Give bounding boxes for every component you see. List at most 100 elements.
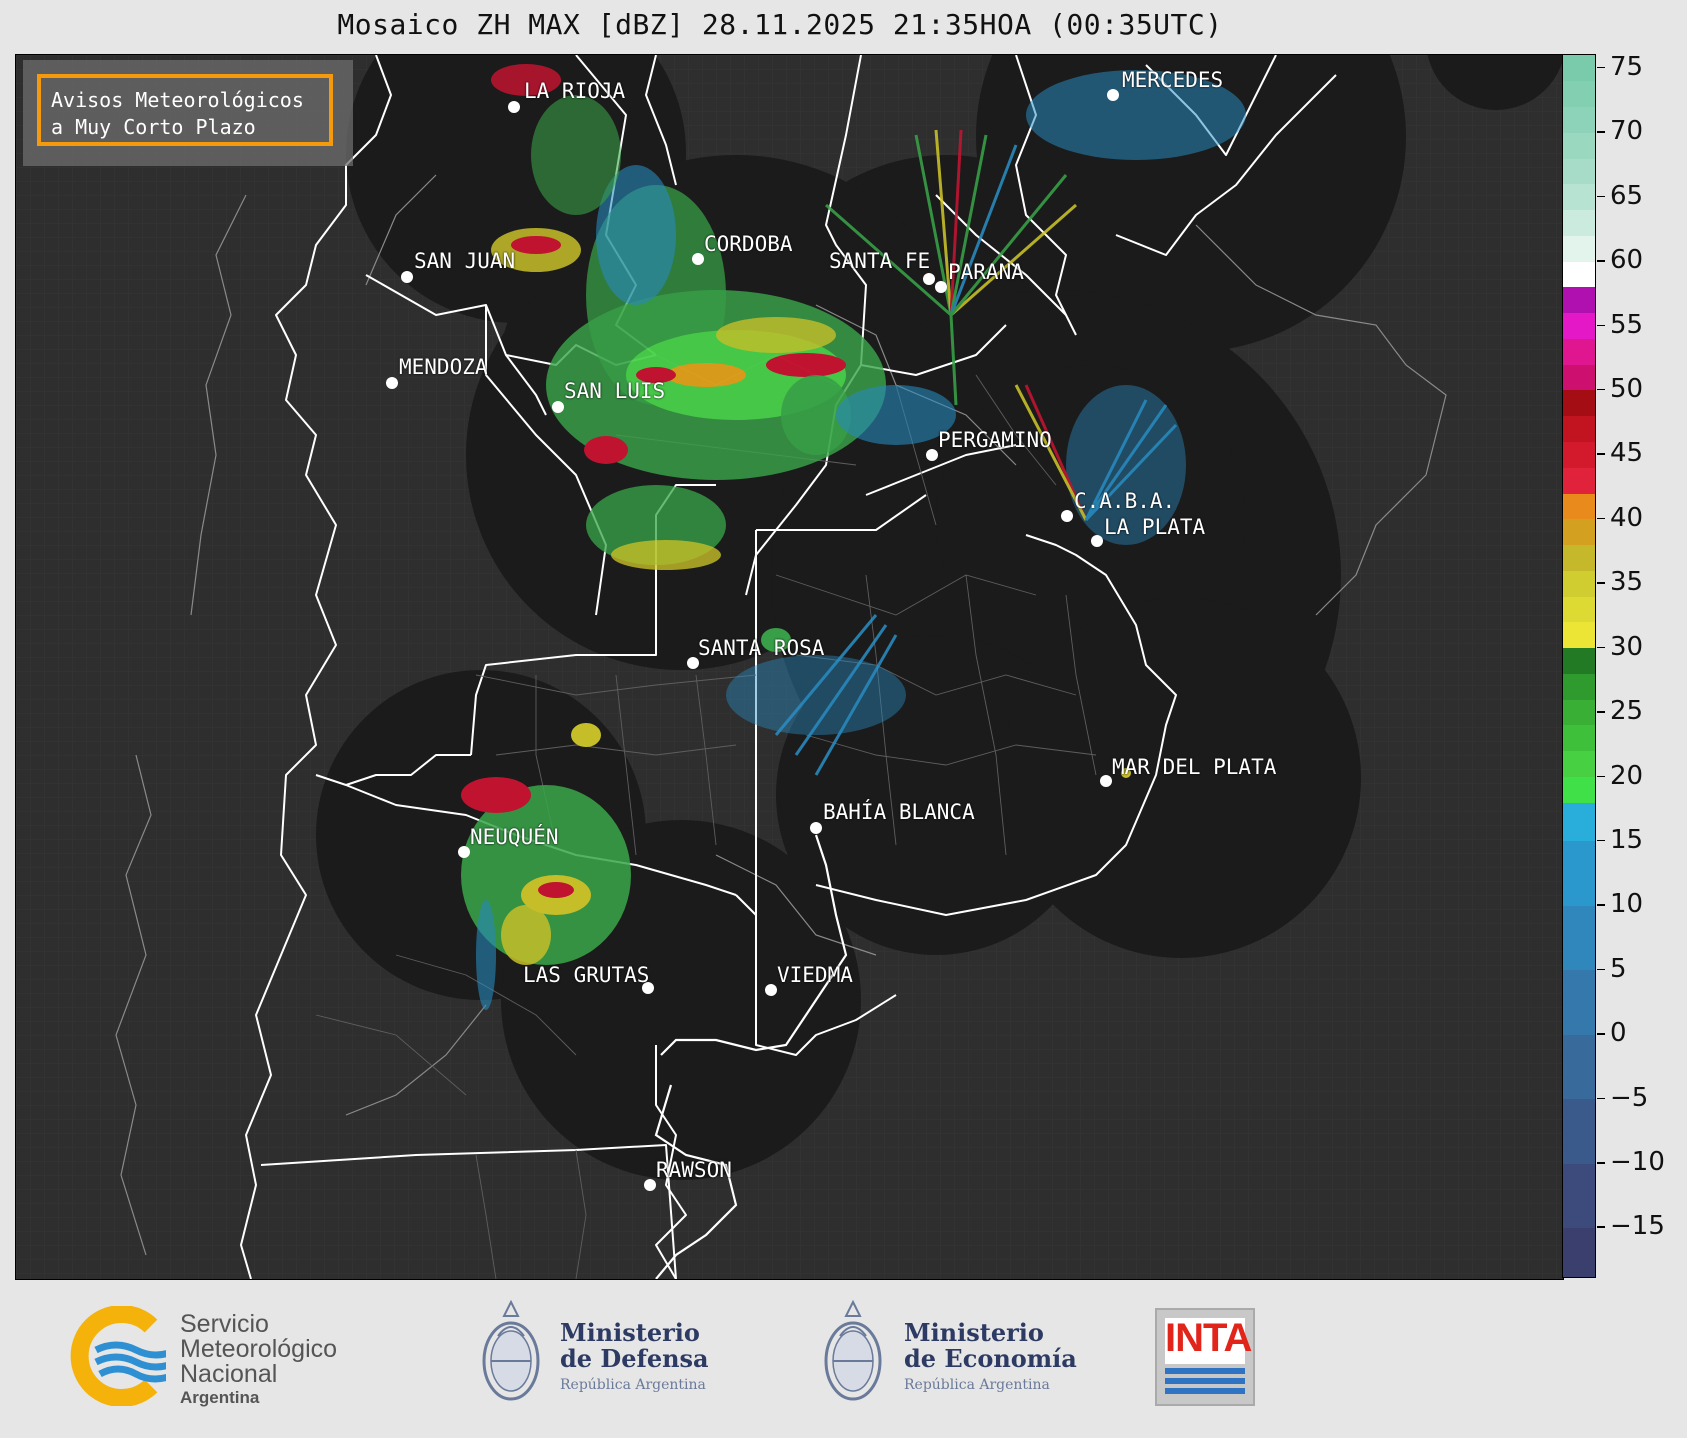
city-label-mendoza: MENDOZA: [399, 355, 488, 379]
colorbar-segment: [1563, 1098, 1595, 1164]
city-label-parana: PARANA: [948, 260, 1024, 284]
city-marker-bahia-blanca[interactable]: [810, 822, 822, 834]
coat-of-arms-icon: [824, 1299, 882, 1401]
smn-line-2: Meteorológico: [180, 1335, 338, 1363]
colorbar-tick: [1597, 1097, 1605, 1100]
city-label-neuquen: NEUQUÉN: [470, 825, 559, 849]
colorbar-segment: [1563, 286, 1595, 314]
city-label-la-plata: LA PLATA: [1104, 515, 1206, 539]
colorbar-tick: [1597, 131, 1605, 133]
colorbar-segment: [1563, 106, 1595, 133]
colorbar-tick: [1597, 388, 1605, 391]
colorbar-segment: [1563, 338, 1595, 365]
ministerio-defensa-logo: Ministerio de Defensa República Argentin…: [478, 1296, 718, 1416]
colorbar-tick: [1597, 260, 1605, 262]
colorbar-tick: [1597, 775, 1605, 778]
city-marker-la-rioja[interactable]: [508, 101, 520, 113]
colorbar-segment: [1563, 699, 1595, 726]
colorbar-segment: [1563, 840, 1595, 906]
city-label-mar-del-plata: MAR DEL PLATA: [1112, 755, 1277, 779]
colorbar-segment: [1563, 467, 1595, 494]
colorbar-tick-label: 55: [1610, 309, 1644, 340]
legend-line-1: Avisos Meteorológicos: [51, 88, 304, 112]
colorbar-tick-label: 20: [1610, 760, 1644, 791]
colorbar-segment: [1563, 493, 1595, 520]
colorbar-segment: [1563, 802, 1595, 842]
city-label-caba: C.A.B.A.: [1074, 489, 1176, 513]
colorbar-segment: [1563, 673, 1595, 700]
inta-logo-text: INTA: [1165, 1316, 1252, 1360]
inta-logo: INTA: [1155, 1308, 1255, 1406]
smn-logo: Servicio Meteorológico Nacional Argentin…: [66, 1306, 386, 1407]
colorbar-tick-label: 65: [1610, 180, 1644, 211]
city-label-mercedes: MERCEDES: [1122, 68, 1224, 92]
warning-legend-frame: Avisos Meteorológicos a Muy Corto Plazo: [37, 74, 333, 146]
city-marker-pergamino[interactable]: [926, 449, 938, 461]
city-marker-viedma[interactable]: [765, 984, 777, 996]
colorbar-tick: [1597, 517, 1605, 520]
city-marker-mar-del-plata[interactable]: [1100, 775, 1112, 787]
colorbar-segment: [1563, 1227, 1595, 1277]
colorbar-segment: [1563, 389, 1595, 417]
colorbar-tick-label: 30: [1610, 631, 1644, 662]
colorbar-tick-label: −5: [1610, 1082, 1649, 1113]
colorbar-segment: [1563, 905, 1595, 971]
warning-legend: Avisos Meteorológicos a Muy Corto Plazo: [23, 60, 353, 166]
colorbar-segment: [1563, 235, 1595, 262]
city-marker-mercedes[interactable]: [1107, 89, 1119, 101]
defensa-line-3: República Argentina: [560, 1377, 706, 1393]
colorbar-tick-label: 75: [1610, 51, 1644, 82]
colorbar-tick-label: −10: [1610, 1147, 1665, 1178]
city-label-san-juan: SAN JUAN: [414, 249, 516, 273]
city-marker-rawson[interactable]: [644, 1179, 656, 1191]
colorbar-segment: [1563, 969, 1595, 1035]
city-label-viedma: VIEDMA: [777, 963, 853, 987]
colorbar-segment: [1563, 132, 1595, 159]
city-label-san-luis: SAN LUIS: [564, 379, 666, 403]
smn-logo-icon: [70, 1306, 166, 1406]
colorbar-tick-label: 15: [1610, 824, 1644, 855]
colorbar-tick: [1597, 66, 1605, 69]
smn-line-4: Argentina: [180, 1388, 260, 1407]
radar-map[interactable]: Avisos Meteorológicos a Muy Corto Plazo …: [15, 54, 1564, 1280]
colorbar-segment: [1563, 415, 1595, 443]
colorbar-tick: [1597, 1162, 1605, 1164]
colorbar-tick-label: 35: [1610, 567, 1644, 598]
economia-line-2: de Economía: [904, 1344, 1077, 1373]
colorbar-segment: [1563, 647, 1595, 674]
colorbar-segment: [1563, 183, 1595, 211]
colorbar-tick: [1597, 1226, 1605, 1228]
city-marker-caba[interactable]: [1061, 510, 1073, 522]
city-marker-neuquen[interactable]: [458, 846, 470, 858]
colorbar-segment: [1563, 364, 1595, 391]
colorbar-segment: [1563, 261, 1595, 288]
colorbar-segment: [1563, 724, 1595, 752]
colorbar-segment: [1563, 518, 1595, 546]
city-marker-santa-fe[interactable]: [923, 273, 935, 285]
colorbar-tick-label: 50: [1610, 373, 1644, 404]
defensa-line-1: Ministerio: [560, 1318, 700, 1347]
colorbar-segment: [1563, 544, 1595, 571]
city-label-la-rioja: LA RIOJA: [524, 79, 626, 103]
colorbar-tick: [1597, 839, 1605, 842]
smn-line-1: Servicio: [180, 1310, 269, 1338]
colorbar-tick-label: 5: [1610, 953, 1627, 984]
ministerio-economia-logo: Ministerio de Economía República Argenti…: [820, 1296, 1080, 1416]
colorbar-tick-label: 60: [1610, 245, 1644, 276]
city-marker-la-plata[interactable]: [1091, 535, 1103, 547]
colorbar-tick: [1597, 195, 1605, 198]
colorbar-tick-label: 25: [1610, 696, 1644, 727]
city-marker-mendoza[interactable]: [386, 377, 398, 389]
colorbar-tick-label: 40: [1610, 502, 1644, 533]
city-marker-san-luis[interactable]: [552, 401, 564, 413]
colorbar-tick: [1597, 968, 1605, 971]
city-label-pergamino: PERGAMINO: [938, 428, 1052, 452]
defensa-line-2: de Defensa: [560, 1344, 709, 1373]
city-marker-cordoba[interactable]: [692, 253, 704, 265]
city-marker-parana[interactable]: [935, 281, 947, 293]
economia-line-1: Ministerio: [904, 1318, 1044, 1347]
colorbar-tick: [1597, 1033, 1605, 1035]
colorbar-tick: [1597, 453, 1605, 455]
city-marker-san-juan[interactable]: [401, 271, 413, 283]
colorbar-tick: [1597, 646, 1605, 649]
